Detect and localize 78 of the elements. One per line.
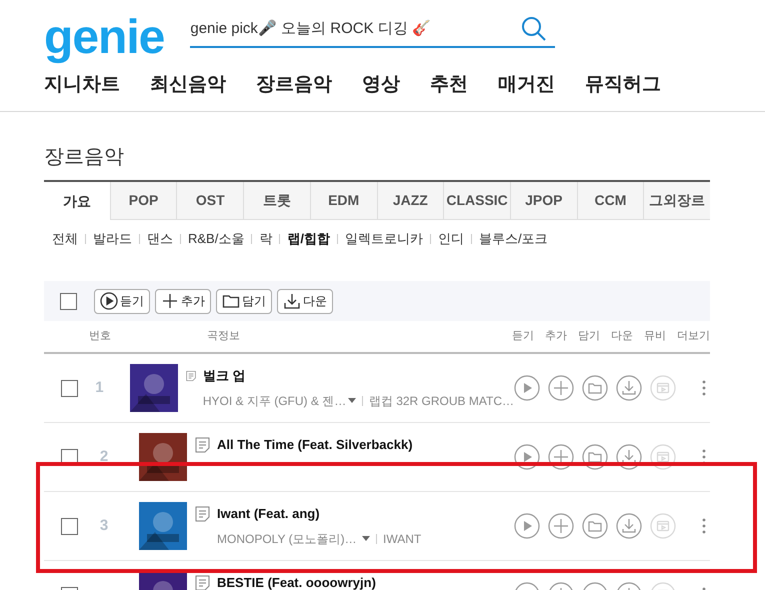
plus-icon — [161, 292, 179, 310]
song-title[interactable]: All The Time (Feat. Silverbackk) — [217, 435, 413, 454]
rank-number: 1 — [94, 378, 105, 398]
toolbar-button[interactable]: 담기 — [216, 288, 272, 314]
genre-tab[interactable]: POP — [110, 182, 176, 220]
caret-icon[interactable] — [348, 398, 356, 404]
column-header: 곡정보 — [207, 329, 240, 344]
column-header: 추가 — [545, 329, 567, 344]
play-icon[interactable] — [514, 513, 540, 539]
nav-item[interactable]: 최신음악 — [150, 71, 226, 100]
nav-item[interactable]: 장르음악 — [256, 71, 332, 100]
download-icon[interactable] — [616, 444, 642, 470]
search-field[interactable]: genie pick🎤 오늘의 ROCK 디깅 🎸 — [190, 12, 556, 48]
download-icon[interactable] — [616, 513, 642, 539]
genre-tab[interactable]: 그외장르 — [643, 182, 710, 220]
folder-icon[interactable] — [582, 444, 608, 470]
genre-tab[interactable]: JAZZ — [376, 182, 444, 220]
download-icon[interactable] — [616, 375, 642, 401]
plus-icon[interactable] — [548, 513, 574, 539]
genre-tab[interactable]: EDM — [310, 182, 377, 220]
play-icon — [100, 292, 118, 310]
section-title: 장르음악 — [44, 145, 125, 170]
column-header: 다운 — [611, 329, 633, 344]
nav-item[interactable]: 매거진 — [498, 71, 555, 100]
song-title[interactable]: Iwant (Feat. ang) — [217, 504, 422, 524]
lyrics-icon[interactable] — [195, 575, 210, 590]
subgenre-link[interactable]: 일렉트로니카 — [344, 229, 423, 249]
genre-tab[interactable]: CCM — [576, 182, 644, 220]
subgenre-link[interactable]: 블루스/포크 — [478, 229, 548, 249]
genre-tab[interactable]: CLASSIC — [443, 182, 510, 220]
toolbar-button[interactable]: 다운 — [277, 288, 333, 314]
column-header: 번호 — [89, 329, 111, 344]
checkbox[interactable] — [61, 380, 78, 396]
genre-tab[interactable]: 트롯 — [243, 182, 310, 220]
more-icon[interactable] — [702, 380, 706, 396]
checkbox[interactable] — [61, 518, 78, 534]
lyrics-icon[interactable] — [195, 506, 210, 522]
nav-item[interactable]: 추천 — [430, 71, 468, 100]
rank-number: 2 — [98, 446, 110, 467]
subgenre-link[interactable]: 댄스 — [147, 229, 173, 249]
lyrics-icon[interactable] — [195, 437, 210, 453]
lyrics-icon[interactable] — [186, 368, 196, 384]
artist-name[interactable]: MONOPOLY (모노폴리)… — [217, 530, 362, 548]
folder-icon[interactable] — [582, 375, 608, 401]
folder-icon[interactable] — [582, 513, 608, 539]
nav-item[interactable]: 뮤직허그 — [585, 71, 661, 100]
checkbox[interactable] — [60, 292, 77, 310]
artist-name[interactable]: HYOI & 지푸 (GFU) & 젠… — [202, 392, 348, 410]
toolbar-button[interactable]: 듣기 — [94, 288, 150, 314]
plus-icon[interactable] — [548, 375, 574, 401]
album-name[interactable]: 랩컵 32R GROUB MATC… — [368, 392, 514, 410]
subgenre-link[interactable]: 락 — [259, 229, 272, 249]
song-title[interactable]: BESTIE (Feat. oooowryjn) — [217, 573, 376, 590]
subgenre-link[interactable]: 전체 — [52, 229, 78, 249]
column-header: 담기 — [578, 329, 600, 344]
column-header: 듣기 — [512, 329, 534, 344]
video-icon[interactable] — [650, 444, 676, 470]
subgenre-link[interactable]: 랩/힙합 — [287, 229, 330, 249]
toolbar-button[interactable]: 추가 — [155, 288, 211, 314]
nav-item[interactable]: 영상 — [362, 71, 400, 100]
download-icon — [283, 292, 301, 310]
subgenre-link[interactable]: 발라드 — [93, 229, 132, 249]
play-icon[interactable] — [514, 375, 540, 401]
genre-tab[interactable]: OST — [176, 182, 244, 220]
subgenre-link[interactable]: R&B/소울 — [188, 229, 244, 249]
plus-icon[interactable] — [548, 444, 574, 470]
more-icon[interactable] — [702, 518, 706, 534]
song-title[interactable]: 벌크 업 — [202, 366, 514, 386]
search-icon[interactable] — [521, 16, 548, 42]
genre-tab[interactable]: JPOP — [510, 182, 577, 220]
play-icon[interactable] — [514, 444, 540, 470]
album-name[interactable]: IWANT — [383, 530, 422, 548]
rank-number: 3 — [98, 516, 110, 536]
caret-icon[interactable] — [362, 536, 370, 542]
nav-item[interactable]: 지니차트 — [44, 71, 120, 100]
subgenre-link[interactable]: 인디 — [438, 229, 464, 249]
column-header: 뮤비 — [644, 329, 666, 344]
column-header: 더보기 — [677, 329, 710, 344]
